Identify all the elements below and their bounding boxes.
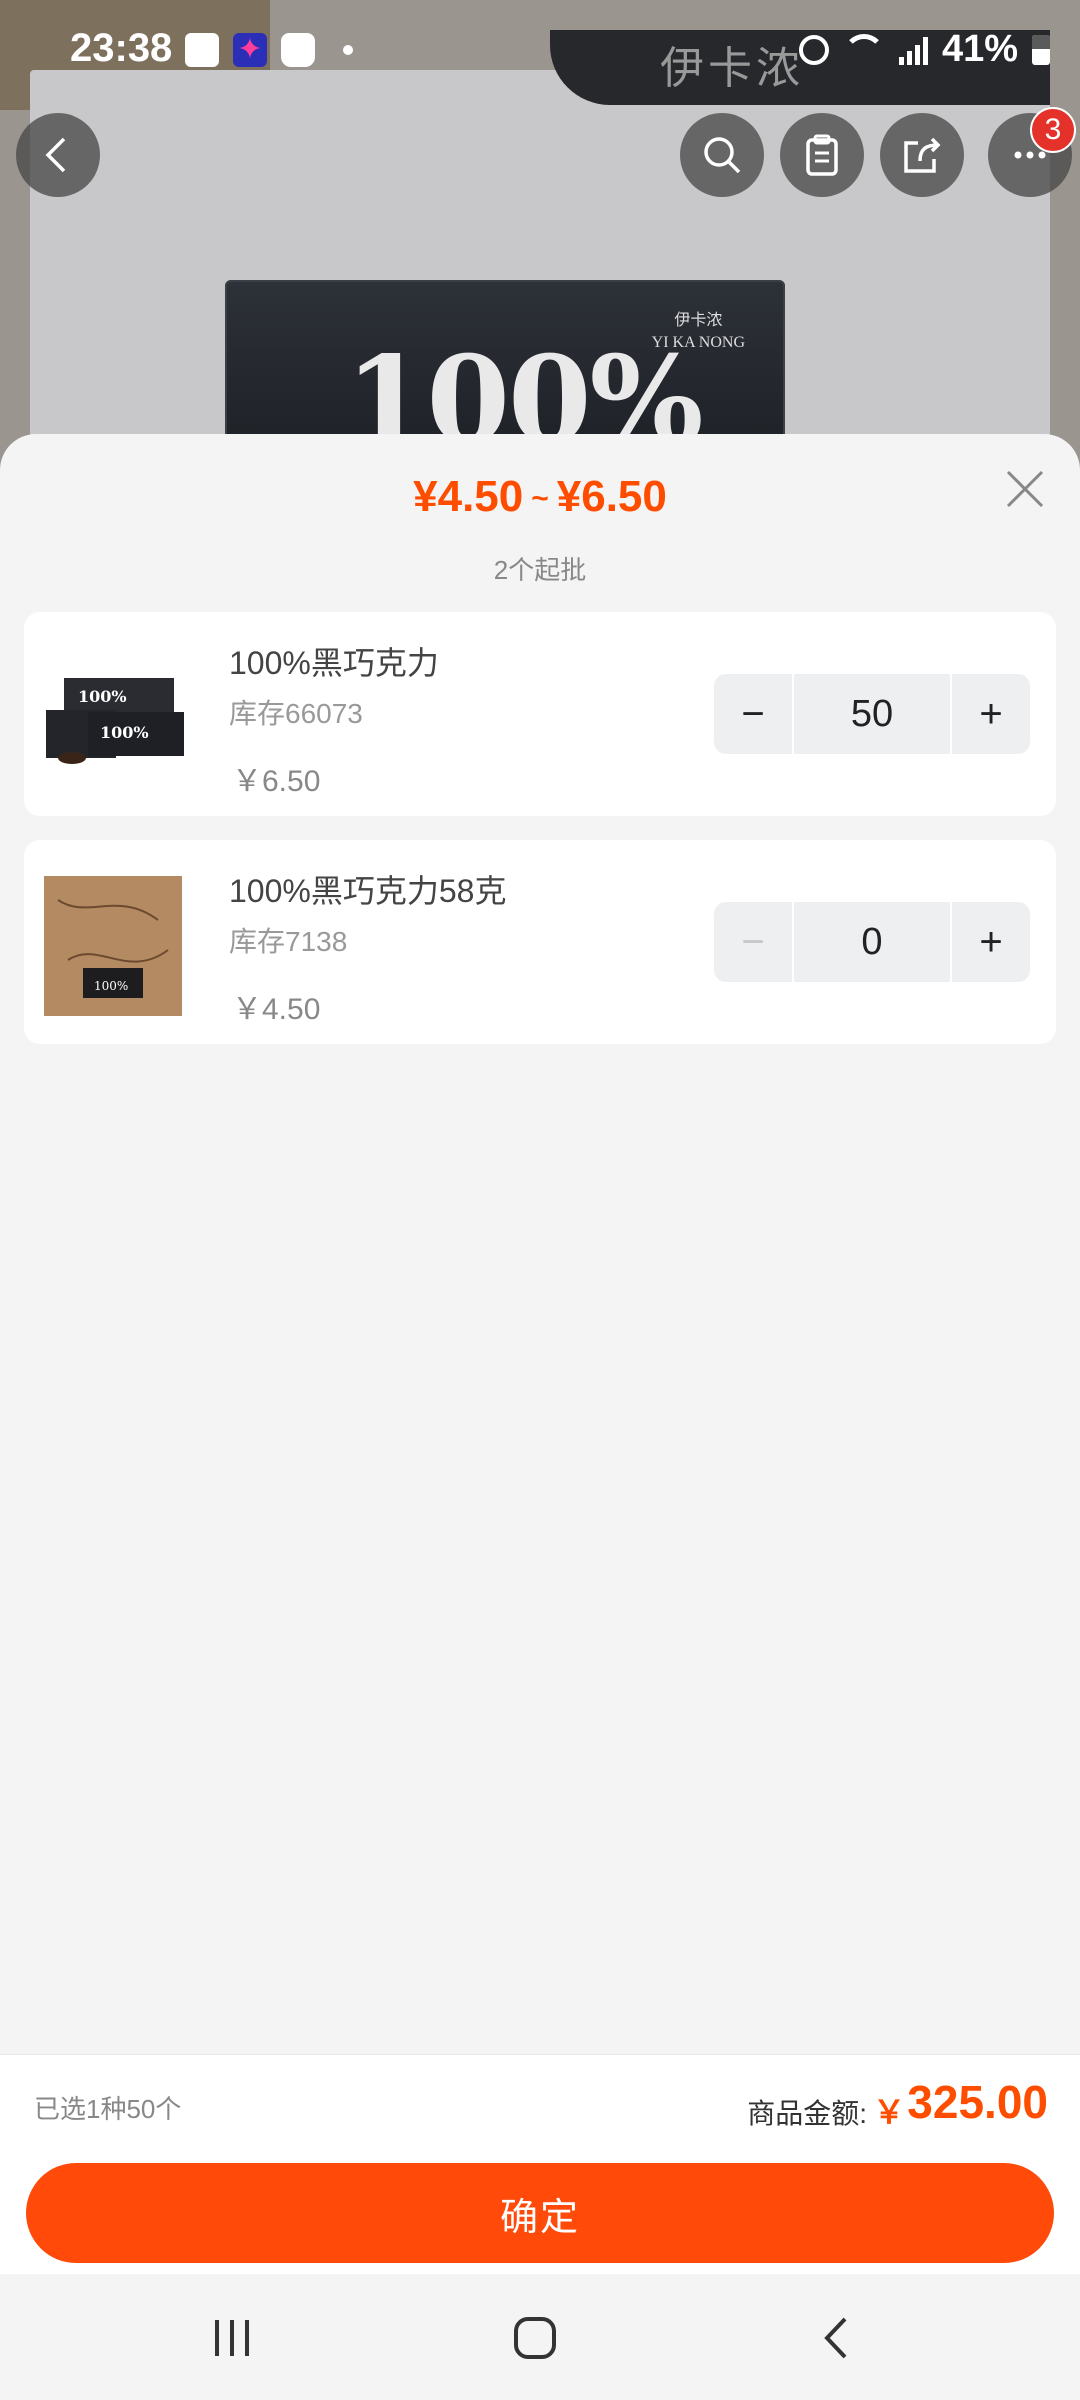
quantity-stepper: − 0 + bbox=[714, 902, 1030, 982]
alarm-icon bbox=[798, 34, 829, 65]
battery-icon bbox=[1032, 34, 1050, 65]
sku-selection-sheet: ¥4.50 ~ ¥6.50 2个起批 100% 100% 100%黑巧克力 库存66… bbox=[0, 434, 1080, 2274]
recent-apps-icon bbox=[215, 2320, 249, 2356]
wifi-icon bbox=[842, 33, 885, 66]
search-button[interactable] bbox=[680, 113, 764, 197]
sku-thumbnail: 100% bbox=[38, 860, 188, 1025]
decrease-button[interactable]: − bbox=[714, 902, 792, 982]
home-icon bbox=[514, 2317, 556, 2359]
sku-name: 100%黑巧克力58克 bbox=[229, 873, 507, 909]
total-currency: ￥ bbox=[872, 2094, 905, 2130]
total-label: 商品金额: ￥ bbox=[747, 2087, 905, 2133]
quantity-input[interactable]: 0 bbox=[794, 902, 950, 982]
sku-stock: 库存66073 bbox=[229, 698, 363, 729]
thumb-label: 100% bbox=[78, 687, 127, 706]
increase-button[interactable]: + bbox=[952, 674, 1030, 754]
clipboard-icon bbox=[806, 134, 838, 176]
system-navigation-bar bbox=[0, 2274, 1080, 2400]
box-brand-cn: 伊卡浓 bbox=[674, 312, 723, 329]
thumb-label: 100% bbox=[94, 979, 128, 993]
sku-item[interactable]: 100% 100%黑巧克力58克 库存7138 ￥4.50 − 0 + bbox=[24, 840, 1056, 1044]
status-time: 23:38 bbox=[70, 26, 173, 70]
status-right: 41% bbox=[798, 28, 1050, 71]
gallery-icon bbox=[185, 33, 219, 67]
price-separator: ~ bbox=[531, 482, 549, 516]
notification-icons: ✦ bbox=[185, 33, 353, 67]
home-button[interactable] bbox=[505, 2310, 565, 2366]
back-button[interactable] bbox=[16, 113, 100, 197]
decrease-button[interactable]: − bbox=[714, 674, 792, 754]
share-button[interactable] bbox=[880, 113, 964, 197]
selected-summary: 已选1种50个 bbox=[34, 2094, 182, 2124]
search-icon bbox=[704, 137, 741, 174]
thumb-label-2: 100% bbox=[100, 723, 149, 742]
status-bar: 23:38 ✦ 41% bbox=[0, 0, 1080, 105]
back-arrow-icon bbox=[45, 137, 66, 173]
total-amount: 325.00 bbox=[907, 2076, 1048, 2128]
battery-percent: 41% bbox=[941, 28, 1018, 70]
min-order-text: 2个起批 bbox=[493, 555, 587, 585]
sku-stock: 库存7138 bbox=[229, 926, 348, 957]
more-button[interactable]: 3 bbox=[988, 107, 1076, 197]
increase-button[interactable]: + bbox=[952, 902, 1030, 982]
signal-icon bbox=[898, 35, 928, 65]
system-back-button[interactable] bbox=[808, 2310, 868, 2366]
price-low: ¥4.50 bbox=[413, 472, 524, 521]
price-high: ¥6.50 bbox=[556, 472, 667, 521]
system-back-icon bbox=[824, 2317, 847, 2359]
clipboard-button[interactable] bbox=[780, 113, 864, 197]
shopping-bag-icon bbox=[281, 33, 315, 67]
price-range: ¥4.50 ~ ¥6.50 bbox=[0, 472, 1080, 522]
quantity-stepper: − 50 + bbox=[714, 674, 1030, 754]
sku-price: ￥6.50 bbox=[232, 765, 321, 798]
sheet-header: ¥4.50 ~ ¥6.50 2个起批 bbox=[0, 434, 1080, 604]
close-icon[interactable] bbox=[1000, 464, 1050, 514]
share-icon bbox=[904, 137, 941, 173]
sku-thumbnail: 100% 100% bbox=[38, 632, 188, 797]
star-app-icon: ✦ bbox=[233, 33, 267, 67]
order-footer: 已选1种50个 商品金额: ￥ 325.00 确定 bbox=[0, 2054, 1080, 2275]
more-notifications-dot-icon bbox=[343, 45, 353, 55]
cart-count-badge: 3 bbox=[1030, 107, 1076, 153]
sku-name: 100%黑巧克力 bbox=[229, 645, 439, 681]
total-label-text: 商品金额: bbox=[747, 2098, 867, 2129]
confirm-button[interactable]: 确定 bbox=[26, 2163, 1054, 2263]
sku-item[interactable]: 100% 100% 100%黑巧克力 库存66073 ￥6.50 − 50 + bbox=[24, 612, 1056, 816]
quantity-input[interactable]: 50 bbox=[794, 674, 950, 754]
recent-apps-button[interactable] bbox=[202, 2310, 262, 2366]
sku-price: ￥4.50 bbox=[232, 993, 321, 1026]
